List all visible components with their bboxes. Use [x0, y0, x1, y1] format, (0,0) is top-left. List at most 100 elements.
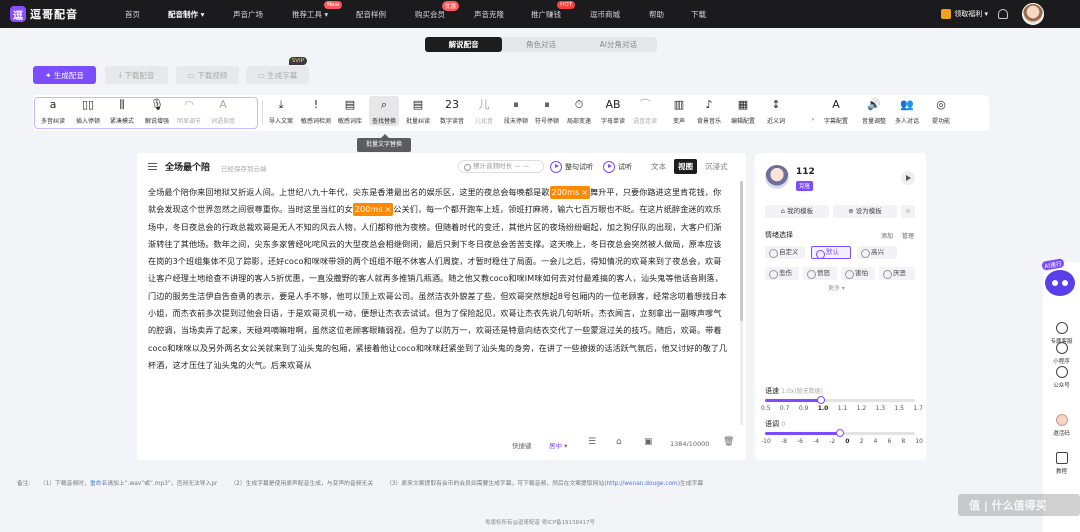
tool-g2-9[interactable]: ⏱ 局部变速 — [564, 98, 594, 126]
bell-icon[interactable] — [998, 9, 1008, 19]
emotion-fear[interactable]: 害怕 — [841, 267, 875, 280]
close-icon[interactable]: × — [385, 205, 392, 214]
play-try-button[interactable]: 试听 — [603, 160, 632, 174]
nav-dubbing[interactable]: 配音制作 ▾ — [168, 9, 204, 20]
tool-g1-3[interactable]: 🎙 解说增强 — [142, 99, 172, 126]
tool-g2-1[interactable]: ! 敏感词检测 — [301, 99, 331, 126]
nav-vip[interactable]: 购买会员 优惠 — [415, 0, 459, 20]
close-icon[interactable]: × — [581, 188, 588, 197]
tool-g2-13[interactable]: ♪ 背景音乐 — [694, 99, 724, 126]
tool-g2-18[interactable]: 🔊 音量调整 — [859, 99, 889, 126]
tab-ai-dialog[interactable]: AI分角对话 — [580, 37, 657, 52]
emotion-angry[interactable]: 愤怒 — [803, 267, 837, 280]
nav-samples[interactable]: 配音样例 — [356, 9, 386, 20]
scrollbar[interactable] — [740, 181, 743, 425]
tool-g2-19-icon: 👥 — [900, 98, 914, 111]
tool-g1-0[interactable]: a 多音纠读 — [38, 99, 68, 126]
emotion-add-link[interactable]: 添加 — [881, 231, 893, 240]
emotion-manage-link[interactable]: 管理 — [902, 231, 914, 240]
ai-assistant-button[interactable]: AI速行 — [1040, 258, 1080, 306]
tool-g2-5-icon: 23 — [445, 98, 459, 111]
tab-text[interactable]: 文本 — [647, 159, 670, 174]
tool-g1-2[interactable]: ⫼ 紧凑模式 — [107, 99, 137, 126]
menu-icon[interactable] — [148, 163, 157, 170]
tool-g2-12[interactable]: ▥ 变声 — [664, 99, 694, 126]
script-text[interactable]: 全场最个陪你来回地狱又折返人间。上世纪八九十年代，尖东是香港最出名的娱乐区，这里… — [148, 184, 728, 374]
emotion-disgust[interactable]: 厌恶 — [879, 267, 915, 280]
speed-knob[interactable] — [817, 396, 826, 404]
trash-icon[interactable]: 🗑 — [723, 437, 734, 447]
tool-g2-15[interactable]: ↕ 近义词 — [761, 99, 791, 126]
nav-home[interactable]: 首页 — [125, 9, 140, 20]
wenan-link[interactable]: http://wenan.douge.com — [607, 481, 678, 487]
voice-avatar[interactable] — [765, 165, 789, 189]
tool-g1-5[interactable]: A 词语指音 — [208, 99, 238, 126]
shortcut-link[interactable]: 快捷键 — [512, 440, 532, 450]
miniprogram-button[interactable]: 小程序 — [1043, 342, 1080, 365]
tool-g2-7[interactable]: ⏸ 段末停顿 — [501, 99, 531, 126]
wechat-button[interactable]: 公众号 — [1043, 366, 1080, 389]
voice-play-icon[interactable] — [901, 171, 915, 185]
tab-role-dialog[interactable]: 角色对话 — [502, 37, 579, 52]
speed-slider[interactable] — [765, 396, 915, 404]
subtitle-button[interactable]: ▭ 生成字幕 SVIP — [246, 57, 309, 84]
tool-g1-4[interactable]: ◠ 明显调节 — [174, 99, 204, 126]
tool-g2-3[interactable]: ⌕ 查找替换 — [369, 96, 399, 126]
play-icon — [550, 161, 562, 173]
logo[interactable]: 逗 逗哥配音 — [10, 6, 114, 22]
gift-box-icon[interactable]: ⌂ — [616, 437, 622, 447]
doc-title[interactable]: 全场最个陪 — [165, 160, 210, 173]
tool-g2-17[interactable]: A 字幕配置 — [821, 99, 851, 126]
scrollbar-thumb[interactable] — [740, 181, 743, 321]
tool-g2-11[interactable]: ⌒ 语音连读 — [630, 99, 660, 126]
tool-g1-1[interactable]: ▯▯ 插入停顿 — [73, 98, 103, 126]
my-template-button[interactable]: ⌂ 我的模板 — [765, 205, 829, 218]
rename-link[interactable]: 重命名 — [90, 481, 107, 487]
emotion-happy[interactable]: 高兴 — [857, 246, 897, 259]
tool-g2-5[interactable]: 23 数字读音 — [437, 98, 467, 126]
pause-marker[interactable]: 200ms × — [549, 186, 591, 199]
download-video-button[interactable]: ▭ 下载视频 — [176, 66, 239, 84]
tool-g2-9-icon: ⏱ — [574, 98, 584, 111]
tool-g1-1-icon: ▯▯ — [81, 98, 95, 111]
nav-promo[interactable]: 推广赚钱 HOT — [531, 0, 575, 20]
tutorial-button[interactable]: 教程 — [1043, 452, 1080, 475]
star-icon[interactable]: ☆ — [901, 205, 915, 218]
pitch-slider[interactable] — [765, 429, 915, 437]
pause-marker[interactable]: 200ms × — [352, 203, 394, 217]
invite-button[interactable]: 邀活码 — [1043, 414, 1080, 437]
tool-g2-20[interactable]: ◎ 提功能 — [926, 99, 956, 126]
tab-view[interactable]: 视图 — [674, 159, 697, 174]
tool-g2-6[interactable]: 儿儿化音 — [469, 99, 499, 126]
nav-clone[interactable]: 声音克隆 — [474, 9, 504, 20]
nav-voice-square[interactable]: 声音广场 — [233, 9, 263, 20]
emotion-sad[interactable]: 悲伤 — [765, 267, 799, 280]
emotion-default[interactable]: 默认 — [811, 246, 851, 259]
gift-button[interactable]: 领取福利 ▾ — [941, 9, 988, 19]
tool-g2-2[interactable]: ▤ 敏感词库 — [335, 99, 365, 126]
download-audio-button[interactable]: ⤓ 下载配音 — [105, 66, 168, 84]
more-emotions[interactable]: 更多 ▾ — [828, 283, 845, 292]
tool-g2-4[interactable]: ▤ 批量纠读 — [403, 99, 433, 126]
tab-immersive[interactable]: 沉浸式 — [701, 159, 732, 174]
align-select[interactable]: 居中 ▾ — [549, 440, 567, 450]
list-icon[interactable]: ☰ — [588, 437, 596, 447]
pitch-knob[interactable] — [836, 429, 844, 437]
nav-shop[interactable]: 逗币商城 — [590, 9, 620, 20]
tab-narration[interactable]: 解说配音 — [425, 37, 503, 52]
play-sentence-button[interactable]: 整句试听 — [550, 160, 593, 174]
tool-g2-19[interactable]: 👥 多人对话 — [892, 98, 922, 126]
emotion-custom[interactable]: 自定义 — [765, 246, 805, 259]
tool-g2-10[interactable]: AB 字母单读 — [598, 99, 628, 126]
nav-tools[interactable]: 推荐工具 ▾ New — [292, 0, 343, 20]
tick-label: 1.1 — [837, 405, 848, 412]
nav-help[interactable]: 帮助 — [649, 9, 664, 20]
tool-g2-8[interactable]: ⏸ 符号停顿 — [532, 99, 562, 126]
avatar[interactable] — [1022, 3, 1044, 25]
set-template-button[interactable]: ⊕ 设为模板 — [833, 205, 897, 218]
text-icon[interactable]: ▣ — [644, 437, 653, 447]
tool-g2-0[interactable]: ⤓ 导入文案 — [266, 99, 296, 126]
generate-button[interactable]: ✦ 生成配音 — [33, 66, 96, 84]
nav-download[interactable]: 下载 — [691, 9, 706, 20]
tool-g2-14[interactable]: ▦ 编辑配置 — [728, 99, 758, 126]
